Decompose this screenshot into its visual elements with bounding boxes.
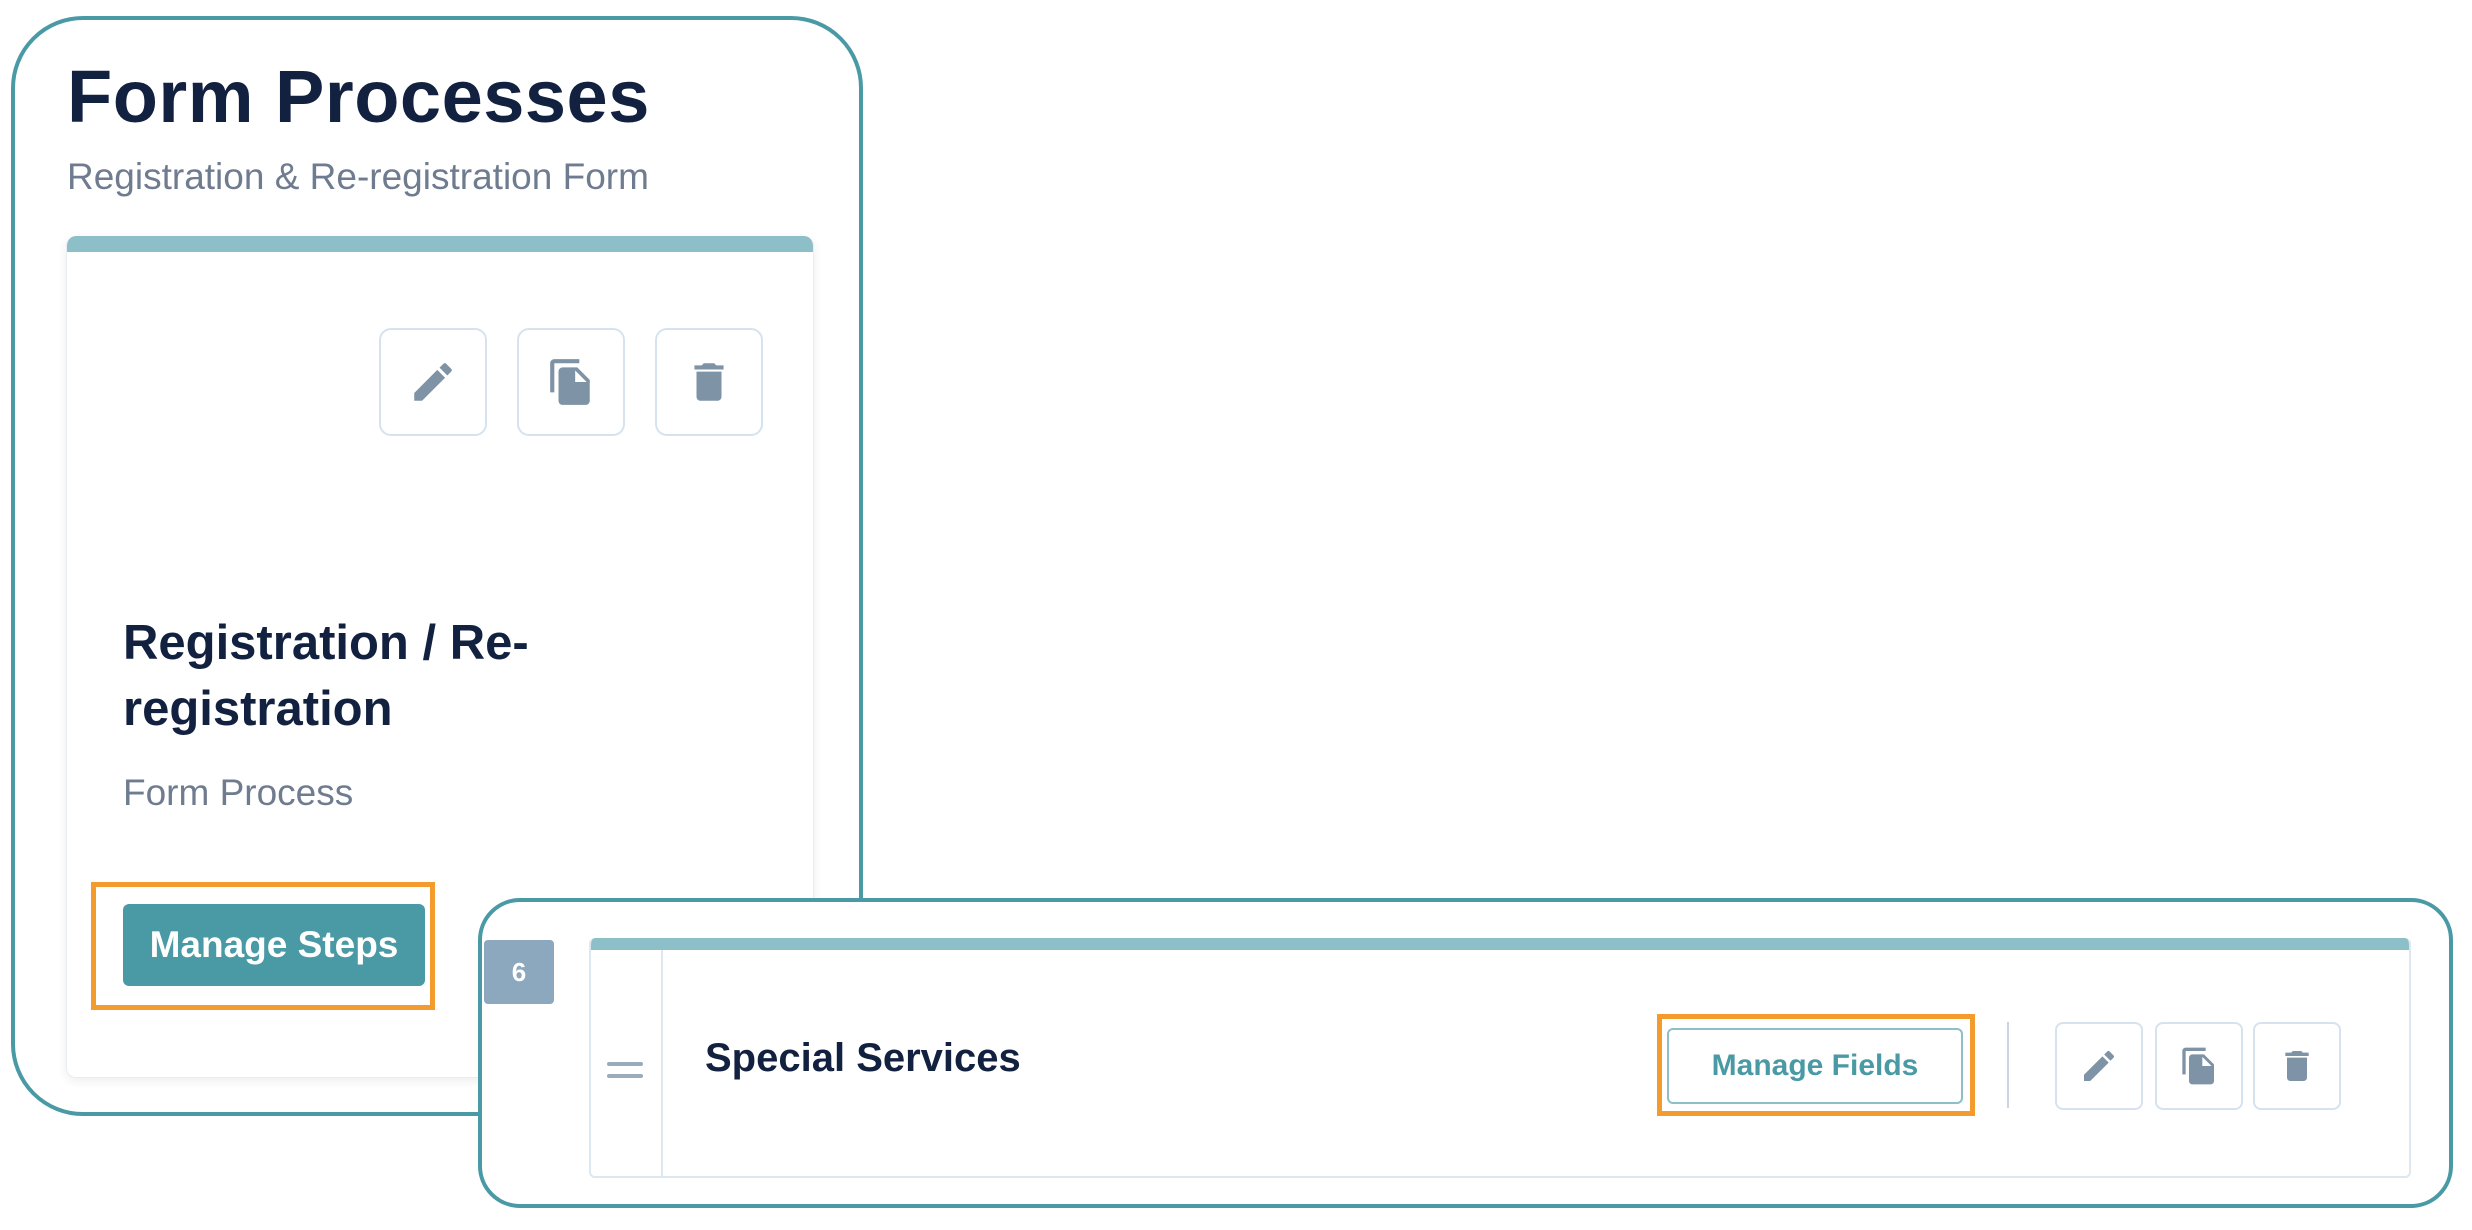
step-row: Special Services Manage Fields [589, 938, 2411, 1178]
copy-icon [2182, 1047, 2214, 1085]
step-title: Special Services [705, 1036, 1021, 1080]
step-panel: 6 Special Services Manage Fields [478, 898, 2453, 1208]
step-copy-button[interactable] [2155, 1022, 2243, 1110]
divider [2007, 1022, 2009, 1108]
trash-icon [694, 363, 724, 401]
edit-icon [2084, 1050, 2115, 1081]
form-process-type: Form Process [123, 772, 354, 813]
drag-handle-icon[interactable] [607, 1062, 643, 1078]
drag-cell [591, 950, 663, 1176]
manage-fields-button[interactable]: Manage Fields [1667, 1028, 1963, 1104]
step-number-badge: 6 [484, 940, 554, 1004]
page-subtitle: Registration & Re-registration Form [67, 156, 649, 197]
trash-icon [2285, 1051, 2309, 1081]
edit-icon [414, 363, 452, 401]
delete-button[interactable] [655, 328, 763, 436]
step-delete-button[interactable] [2253, 1022, 2341, 1110]
edit-button[interactable] [379, 328, 487, 436]
copy-icon [550, 359, 590, 405]
manage-steps-button[interactable]: Manage Steps [123, 904, 425, 986]
page-title: Form Processes [67, 55, 650, 138]
copy-button[interactable] [517, 328, 625, 436]
step-edit-button[interactable] [2055, 1022, 2143, 1110]
card-accent-bar [67, 236, 813, 252]
step-accent-bar [591, 938, 2409, 950]
form-process-title: Registration / Re-registration [123, 616, 529, 736]
